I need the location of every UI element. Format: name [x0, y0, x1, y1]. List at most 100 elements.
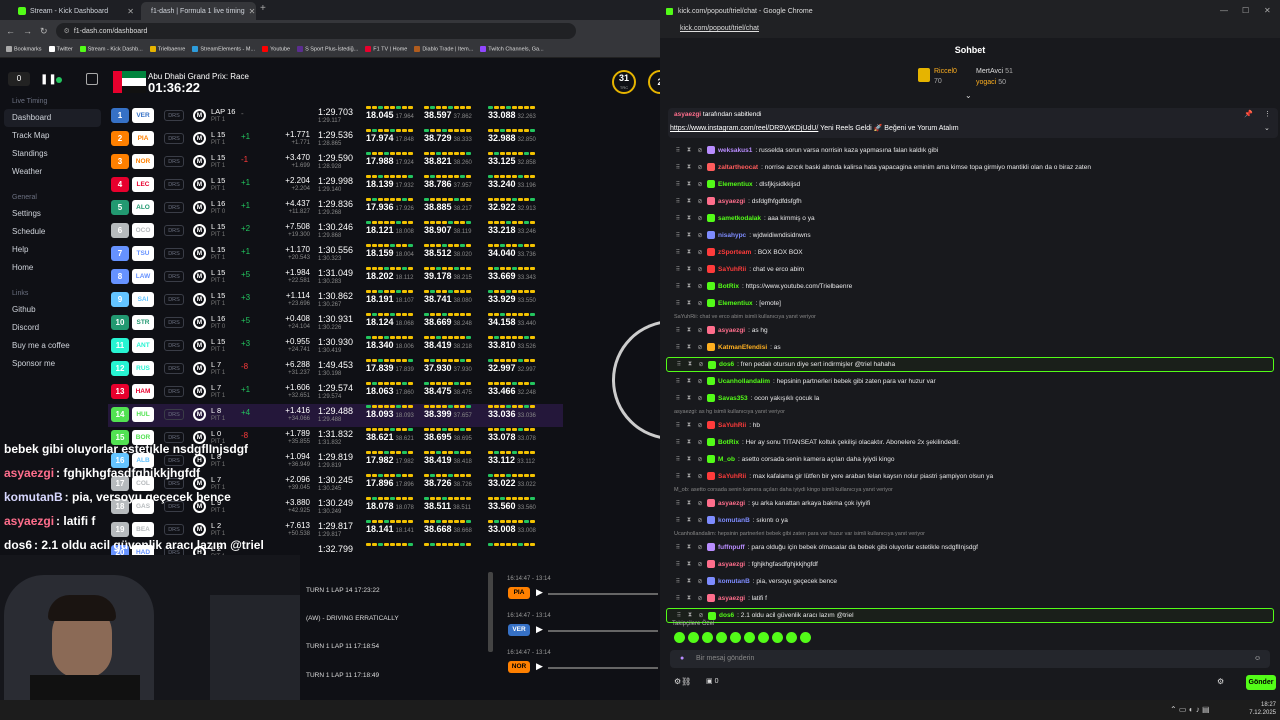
ban-icon[interactable]: ⊘ [696, 378, 704, 385]
chat-message[interactable]: ⠿ ⧗ ⊘ BotRix: Her ay sonu TITANSEAT koltuk … [666, 435, 1274, 449]
driver-row[interactable]: 9 SAI DRS M L 15 PIT 1 +3 +1.114 +23.696 1:30.862… [108, 289, 563, 312]
ban-icon[interactable]: ⊘ [696, 283, 704, 290]
chat-message[interactable]: ⠿ ⧗ ⊘ asyaezgi: as hg [666, 323, 1274, 337]
chat-username[interactable]: sametkodalak [718, 215, 761, 222]
bookmark-item[interactable]: Youtube [262, 46, 290, 53]
chat-username[interactable]: fuffnpuff [718, 544, 745, 551]
drag-handle-icon[interactable]: ⠿ [675, 612, 683, 619]
ban-icon[interactable]: ⊘ [696, 456, 704, 463]
emote-picker-icon[interactable]: ● [680, 650, 684, 668]
sidebar-item-weather[interactable]: Weather [0, 163, 105, 181]
drag-handle-icon[interactable]: ⠿ [674, 232, 682, 239]
chat-message[interactable]: ⠿ ⧗ ⊘ SaYuhRii: chat ve erco abim [666, 262, 1274, 276]
chat-message[interactable]: ⠿ ⧗ ⊘ asyaezgi: fghjkhgfasdfghjkkjhgfdf [666, 557, 1274, 571]
chat-message[interactable]: ⠿ ⧗ ⊘ zSporteam: BOX BOX BOX [666, 245, 1274, 259]
driver-row[interactable]: 14 HUL DRS M L 8 PIT 1 +4 +1.416 +34.066 1:29.488… [108, 404, 563, 427]
emote-icon[interactable] [716, 632, 727, 643]
drag-handle-icon[interactable]: ⠿ [674, 215, 682, 222]
timeout-icon[interactable]: ⧗ [685, 344, 693, 351]
bookmark-item[interactable]: StreamElements - M... [192, 46, 255, 53]
sidebar-item-schedule[interactable]: Schedule [0, 223, 105, 241]
drag-handle-icon[interactable]: ⠿ [674, 595, 682, 602]
bookmark-item[interactable]: S Sport Plus-İstediğ... [297, 46, 358, 53]
chat-username[interactable]: komutanB [718, 517, 750, 524]
timeout-icon[interactable]: ⧗ [685, 181, 693, 188]
timeout-icon[interactable]: ⧗ [686, 361, 694, 368]
pin-icon[interactable]: 📌 [1244, 110, 1253, 118]
bookmark-item[interactable]: Trielbaenre [149, 46, 185, 53]
send-button[interactable]: Gönder [1246, 675, 1276, 690]
timeout-icon[interactable]: ⧗ [685, 147, 693, 154]
reload-icon[interactable]: ↻ [40, 26, 48, 37]
timeout-icon[interactable]: ⧗ [685, 249, 693, 256]
forward-icon[interactable]: → [23, 26, 32, 36]
timeout-icon[interactable]: ⧗ [686, 612, 694, 619]
ban-icon[interactable]: ⊘ [696, 249, 704, 256]
chat-message[interactable]: ⠿ ⧗ ⊘ weksakus1: russelda sorun varsa norri… [666, 143, 1274, 157]
chat-username[interactable]: zSporteam [718, 249, 751, 256]
bookmark-item[interactable]: Twitter [48, 46, 73, 53]
drag-handle-icon[interactable]: ⠿ [674, 578, 682, 585]
sidebar-item-home[interactable]: Home [0, 259, 105, 277]
emote-icon[interactable] [730, 632, 741, 643]
chat-message[interactable]: ⠿ ⧗ ⊘ asyaezgi: dsfdgfhfgdfdsfgfh [666, 194, 1274, 208]
timeout-icon[interactable]: ⧗ [685, 164, 693, 171]
timeout-icon[interactable]: ⧗ [685, 198, 693, 205]
timeout-icon[interactable]: ⧗ [685, 595, 693, 602]
timeout-icon[interactable]: ⧗ [685, 544, 693, 551]
driver-row[interactable]: 7 TSU DRS M L 15 PIT 1 +1 +1.170 +20.543 1:30.556… [108, 243, 563, 266]
ban-icon[interactable]: ⊘ [696, 344, 704, 351]
emoji-icon[interactable]: ☺ [1254, 650, 1261, 668]
drag-handle-icon[interactable]: ⠿ [674, 456, 682, 463]
timeout-icon[interactable]: ⧗ [685, 232, 693, 239]
chat-username[interactable]: dos6 [719, 612, 734, 619]
chat-message[interactable]: ⠿ ⧗ ⊘ sametkodalak: aaa kimmiş o ya [666, 211, 1274, 225]
chat-username[interactable]: komutanB [718, 578, 750, 585]
ban-icon[interactable]: ⊘ [696, 578, 704, 585]
close-icon[interactable]: ✕ [1264, 6, 1271, 15]
chat-username[interactable]: dos6 [719, 361, 734, 368]
drag-handle-icon[interactable]: ⠿ [674, 283, 682, 290]
sidebar-item-track-map[interactable]: Track Map [0, 127, 105, 145]
ban-icon[interactable]: ⊘ [696, 181, 704, 188]
drag-handle-icon[interactable]: ⠿ [674, 544, 682, 551]
ban-icon[interactable]: ⊘ [696, 517, 704, 524]
chat-message[interactable]: ⠿ ⧗ ⊘ komutanB: pia, versoyu geçecek bence [666, 574, 1274, 588]
back-icon[interactable]: ← [6, 26, 15, 36]
driver-row[interactable]: 2 PIA DRS M L 15 PIT 1 +1 +1.771 +1.771 1:29.536 1… [108, 128, 563, 151]
timeout-icon[interactable]: ⧗ [685, 456, 693, 463]
drag-handle-icon[interactable]: ⠿ [674, 249, 682, 256]
emote-icon[interactable] [702, 632, 713, 643]
chat-username[interactable]: nisahypc [718, 232, 746, 239]
ban-icon[interactable]: ⊘ [696, 300, 704, 307]
driver-row[interactable]: 6 OCO DRS M L 15 PIT 1 +2 +7.508 +19.300 1:30.246… [108, 220, 563, 243]
pinned-link[interactable]: https://www.instagram.com/reel/DR9VyKDjU… [670, 125, 818, 132]
new-tab-icon[interactable]: + [260, 3, 266, 14]
drag-handle-icon[interactable]: ⠿ [674, 266, 682, 273]
drag-handle-icon[interactable]: ⠿ [674, 500, 682, 507]
chat-username[interactable]: M_ob [718, 456, 735, 463]
emote-icon[interactable] [786, 632, 797, 643]
delay-counter[interactable]: 0 [8, 72, 30, 86]
chat-username[interactable]: asyaezgi [718, 198, 745, 205]
minimize-icon[interactable]: — [1220, 6, 1228, 15]
drag-handle-icon[interactable]: ⠿ [674, 300, 682, 307]
timeout-icon[interactable]: ⧗ [685, 578, 693, 585]
chat-message[interactable]: ⠿ ⧗ ⊘ komutanB: sıkıntı o ya [666, 513, 1274, 527]
pause-icon[interactable]: ❚❚ [40, 74, 57, 85]
chat-username[interactable]: Elementiux [718, 300, 753, 307]
sidebar-item-github[interactable]: Github [0, 301, 105, 319]
timeout-icon[interactable]: ⧗ [685, 439, 693, 446]
chat-username[interactable]: BotRix [718, 439, 739, 446]
ban-icon[interactable]: ⊘ [696, 164, 704, 171]
drag-handle-icon[interactable]: ⠿ [674, 422, 682, 429]
sidebar-item-standings[interactable]: Standings [0, 145, 105, 163]
emote-icon[interactable] [800, 632, 811, 643]
ban-icon[interactable]: ⊘ [696, 473, 704, 480]
ban-icon[interactable]: ⊘ [696, 215, 704, 222]
bookmark-item[interactable]: Bookmarks [6, 46, 42, 53]
chat-username[interactable]: asyaezgi [718, 327, 745, 334]
driver-row[interactable]: 8 LAW DRS M L 15 PIT 1 +5 +1.984 +22.581 1:31.049… [108, 266, 563, 289]
drag-handle-icon[interactable]: ⠿ [674, 147, 682, 154]
chat-message[interactable]: ⠿ ⧗ ⊘ SaYuhRii: max kafalama gir lütfen bir… [666, 469, 1274, 483]
